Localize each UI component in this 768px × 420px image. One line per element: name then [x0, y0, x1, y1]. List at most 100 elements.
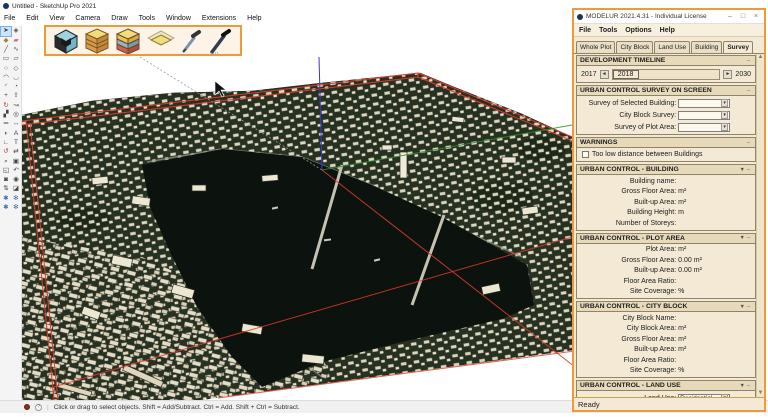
section-header-plot-area[interactable]: URBAN CONTROL - PLOT AREA ▼–	[577, 233, 755, 244]
modelur-menu-options[interactable]: Options	[625, 27, 651, 34]
previous-view-tool[interactable]: ↶	[11, 166, 21, 175]
menu-help[interactable]: Help	[247, 15, 261, 22]
section-header-survey[interactable]: URBAN CONTROL SURVEY ON SCREEN –	[577, 86, 755, 96]
timeline-prev-button[interactable]: ◄	[599, 69, 609, 79]
filter-icon[interactable]: ▼	[739, 383, 746, 389]
freehand-tool[interactable]: ∿	[11, 46, 21, 55]
pie-tool[interactable]: ◔	[11, 83, 21, 92]
orbit-tool[interactable]: ↺	[1, 148, 11, 157]
select-tool[interactable]: ➤	[0, 25, 12, 38]
modelur-menu-tools[interactable]: Tools	[599, 27, 617, 34]
two-point-arc-tool[interactable]: ◡	[11, 73, 21, 82]
three-point-arc-tool[interactable]: ◜	[1, 83, 11, 92]
view-tool-2[interactable]: ✻	[11, 194, 21, 203]
tab-city-block[interactable]: City Block	[616, 41, 654, 53]
scroll-down-icon[interactable]: ▼	[758, 390, 764, 397]
survey-plot-select[interactable]: ▾	[678, 122, 731, 132]
view-tool-3[interactable]: ✱	[1, 204, 11, 213]
paint-bucket-tool[interactable]: ◆	[1, 36, 11, 45]
filter-icon[interactable]: ▼	[739, 304, 746, 310]
polygon-tool[interactable]: ◇	[11, 64, 21, 73]
eyedropper-dark-icon[interactable]	[209, 28, 233, 54]
zoom-tool[interactable]: ⌕	[1, 157, 11, 166]
eyedropper-icon[interactable]	[180, 28, 204, 54]
help-icon[interactable]: ?	[35, 403, 42, 411]
section-header-timeline[interactable]: DEVELOPMENT TIMELINE –	[577, 56, 755, 66]
walk-tool[interactable]: ⇅	[1, 185, 11, 194]
timeline-next-button[interactable]: ►	[723, 69, 733, 79]
survey-cityblock-select[interactable]: ▾	[678, 110, 731, 120]
collapse-icon[interactable]: –	[747, 140, 752, 146]
push-pull-tool[interactable]: ⇧	[11, 92, 21, 101]
filter-icon[interactable]: ▼	[739, 167, 746, 173]
create-building-icon[interactable]	[84, 27, 110, 54]
modelur-menu-file[interactable]: File	[579, 27, 591, 34]
distance-warning-checkbox[interactable]	[582, 151, 589, 158]
line-tool[interactable]: ╱	[1, 46, 11, 55]
rotated-rectangle-tool[interactable]: ▱	[11, 55, 21, 64]
viewport-canvas[interactable]	[22, 57, 572, 400]
building-storeys-icon[interactable]	[115, 27, 141, 54]
menu-window[interactable]: Window	[166, 15, 191, 22]
arc-tool[interactable]: ◠	[1, 73, 11, 82]
create-plot-icon[interactable]	[146, 29, 175, 53]
menu-draw[interactable]: Draw	[111, 15, 127, 22]
protractor-tool[interactable]: ◗	[1, 129, 11, 138]
dimension-tool[interactable]: ↔	[11, 120, 21, 129]
timeline-track[interactable]: 2018	[611, 68, 721, 80]
menu-view[interactable]: View	[49, 15, 64, 22]
circle-tool[interactable]: ○	[1, 64, 11, 73]
zoom-extents-tool[interactable]: ◱	[1, 166, 11, 175]
tab-land-use[interactable]: Land Use	[654, 41, 691, 53]
section-header-land-use[interactable]: URBAN CONTROL - LAND USE ▼–	[577, 381, 755, 391]
menu-edit[interactable]: Edit	[26, 15, 38, 22]
menu-tools[interactable]: Tools	[139, 15, 155, 22]
section-header-warnings[interactable]: WARNINGS –	[577, 138, 755, 148]
filter-icon[interactable]: ▼	[739, 235, 746, 241]
view-tool-1[interactable]: ✱	[1, 194, 11, 203]
collapse-icon[interactable]: –	[747, 58, 752, 64]
offset-tool[interactable]: ◎	[11, 111, 21, 120]
timeline-handle[interactable]: 2018	[612, 69, 639, 79]
rotate-tool[interactable]: ↻	[1, 101, 11, 110]
section-plane-tool[interactable]: ◪	[11, 185, 21, 194]
collapse-icon[interactable]: –	[747, 88, 752, 94]
follow-me-tool[interactable]: ↝	[11, 101, 21, 110]
menu-extensions[interactable]: Extensions	[202, 15, 236, 22]
collapse-icon[interactable]: –	[747, 235, 752, 241]
position-camera-tool[interactable]: ◙	[1, 176, 11, 185]
modelur-cube-icon[interactable]	[53, 28, 79, 54]
rectangle-tool[interactable]: ▭	[1, 55, 11, 64]
modelur-menu-help[interactable]: Help	[660, 27, 675, 34]
view-tool-4[interactable]: ✻	[11, 204, 21, 213]
maximize-button[interactable]: □	[738, 13, 748, 20]
zoom-window-tool[interactable]: ▣	[11, 157, 21, 166]
3d-text-tool[interactable]: T	[11, 139, 21, 148]
land-use-select[interactable]: Residential ▾	[678, 393, 731, 397]
pan-tool[interactable]: ⇄	[11, 148, 21, 157]
minimize-button[interactable]: –	[725, 13, 735, 20]
menu-file[interactable]: File	[4, 15, 15, 22]
scale-tool[interactable]: ▞	[1, 111, 11, 120]
make-component-tool[interactable]: ◈	[11, 27, 21, 36]
tape-measure-tool[interactable]: ═	[1, 120, 11, 129]
tab-whole-plot[interactable]: Whole Plot	[576, 41, 616, 53]
section-header-building[interactable]: URBAN CONTROL - BUILDING ▼–	[577, 165, 755, 175]
panel-scrollbar[interactable]: ▲ ▼	[756, 54, 764, 397]
collapse-icon[interactable]: –	[747, 304, 752, 310]
move-tool[interactable]: +	[1, 92, 11, 101]
collapse-icon[interactable]: –	[747, 167, 752, 173]
menu-camera[interactable]: Camera	[75, 15, 100, 22]
text-tool[interactable]: A	[11, 129, 21, 138]
look-around-tool[interactable]: ◉	[11, 176, 21, 185]
close-button[interactable]: ×	[751, 13, 761, 20]
collapse-icon[interactable]: –	[747, 383, 752, 389]
section-header-city-block[interactable]: URBAN CONTROL - CITY BLOCK ▼–	[577, 302, 755, 312]
tab-building[interactable]: Building	[691, 41, 723, 53]
viewport[interactable]	[22, 57, 572, 400]
survey-building-select[interactable]: ▾	[678, 98, 731, 108]
scroll-up-icon[interactable]: ▲	[758, 54, 764, 61]
eraser-tool[interactable]: ▰	[11, 36, 21, 45]
geolocation-icon[interactable]	[24, 404, 30, 410]
axes-tool[interactable]: ∟	[1, 139, 11, 148]
